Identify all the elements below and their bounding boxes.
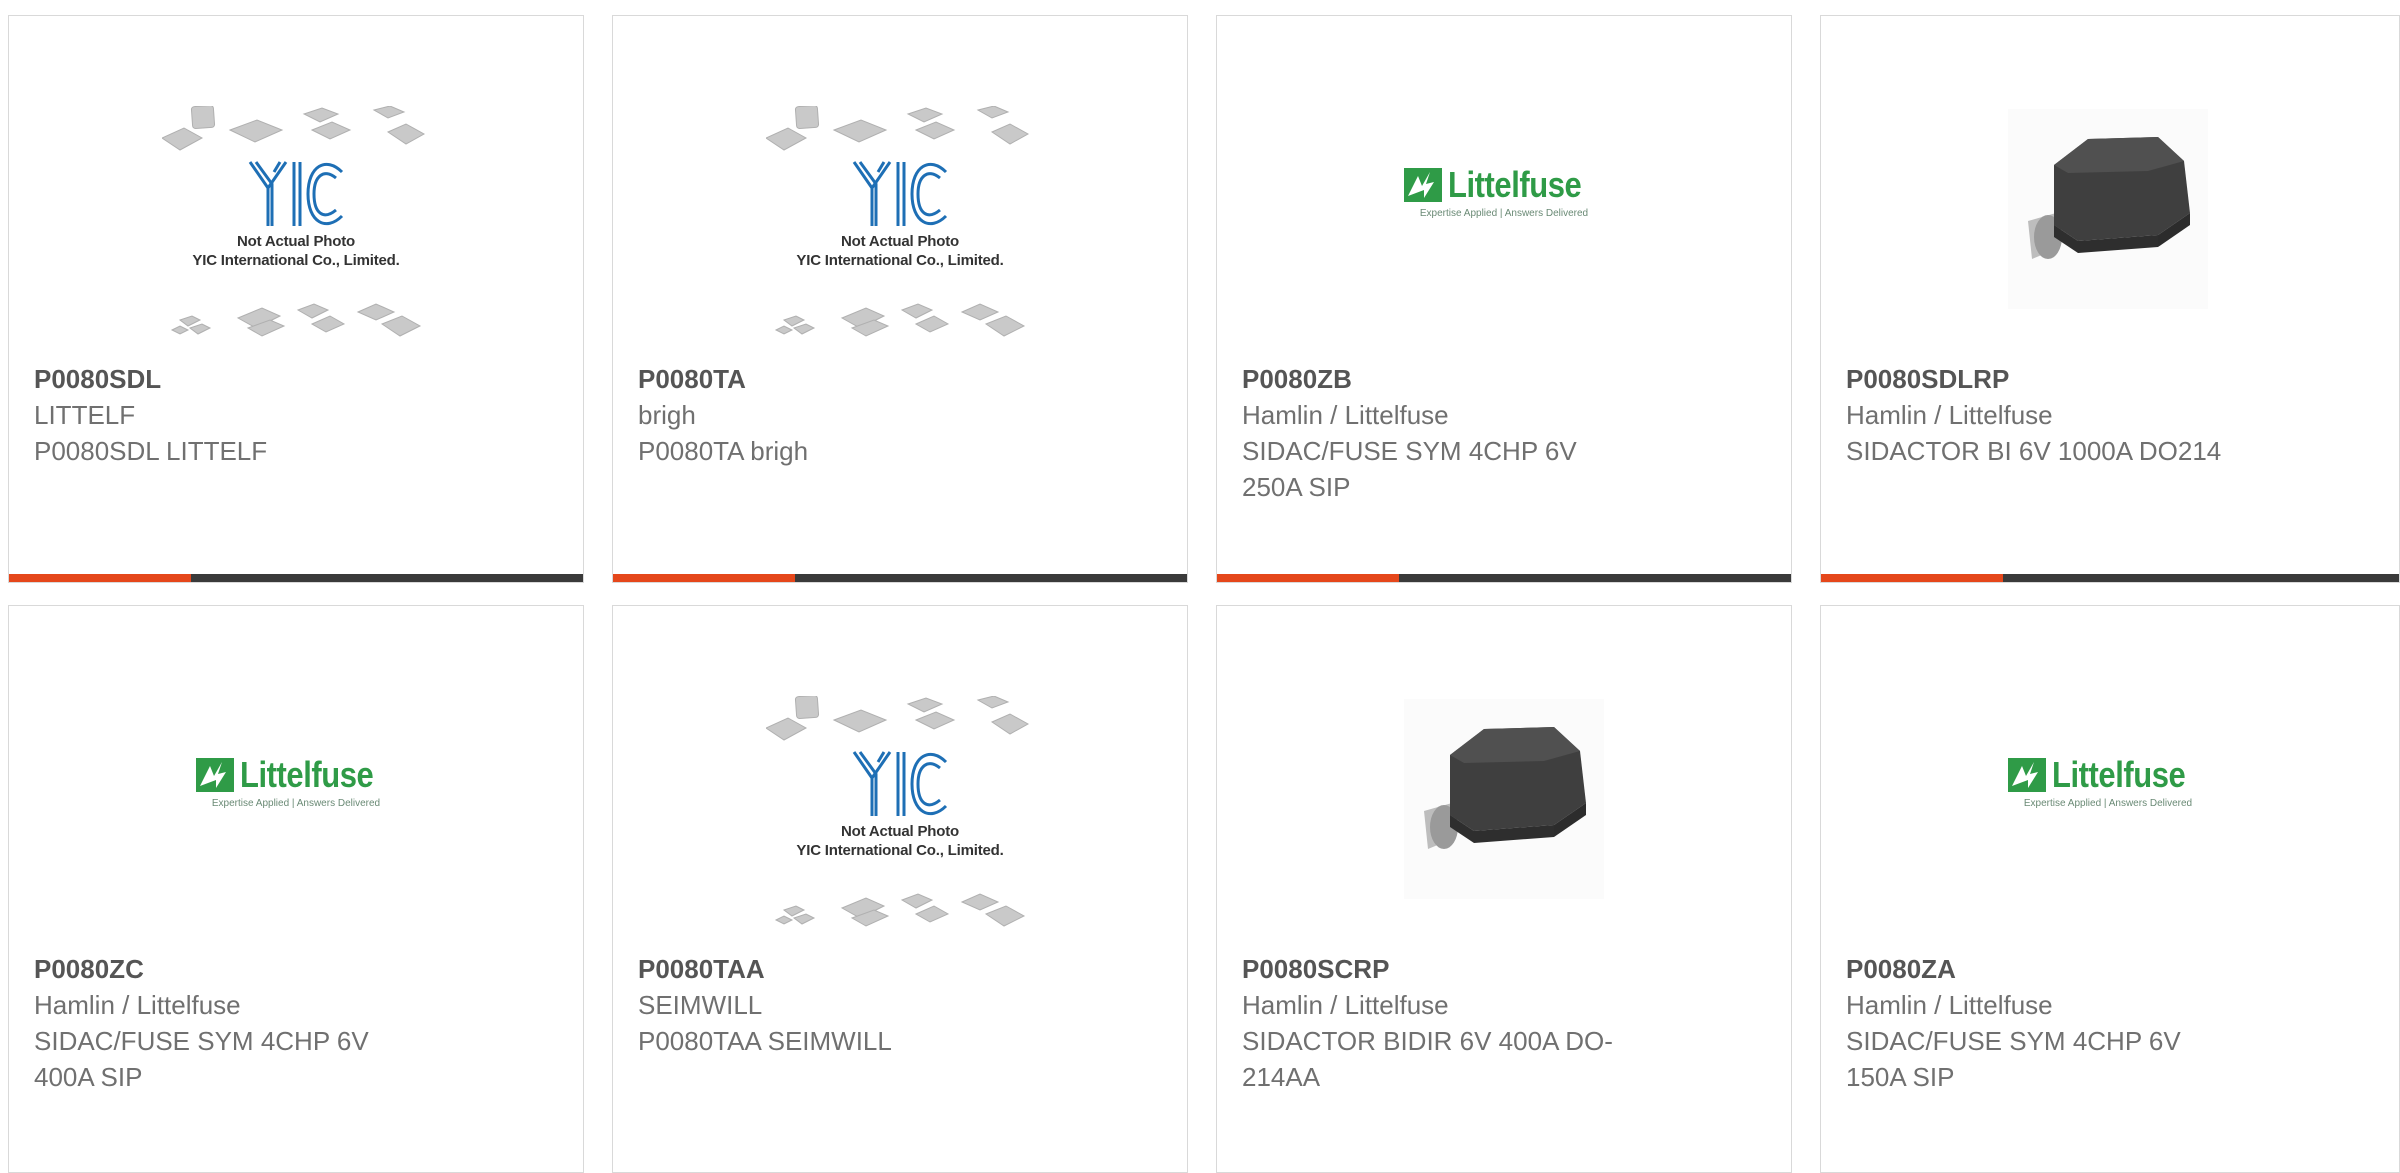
littelfuse-logo-text: Littelfuse [2052,753,2186,795]
part-number[interactable]: P0080ZA [1846,951,2266,987]
product-card[interactable]: Littelfuse Expertise Applied | Answers D… [8,605,584,1173]
part-number[interactable]: P0080SDL [34,361,454,397]
part-number[interactable]: P0080TAA [638,951,1058,987]
part-number[interactable]: P0080TA [638,361,1058,397]
placeholder-caption-line2: YIC International Co., Limited. [192,252,400,269]
placeholder-caption-line1: Not Actual Photo [237,233,355,250]
description-line1: SIDACTOR BI 6V 1000A DO214 [1846,436,2222,466]
description-line1: SIDACTOR BIDIR 6V 400A DO- [1242,1026,1613,1056]
manufacturer: Hamlin / Littelfuse [1846,400,2053,430]
product-card[interactable]: P0080SDLRP Hamlin / Littelfuse SIDACTOR … [1820,15,2400,583]
description-line1: SIDAC/FUSE SYM 4CHP 6V [1846,1026,2181,1056]
manufacturer: Hamlin / Littelfuse [1242,400,1449,430]
product-info: P0080SCRP Hamlin / Littelfuse SIDACTOR B… [1242,951,1662,1095]
littelfuse-tagline: Expertise Applied | Answers Delivered [1419,207,1589,219]
littelfuse-mark-icon [196,757,235,792]
product-thumbnail[interactable]: Littelfuse Expertise Applied | Answers D… [1821,676,2395,956]
placeholder-caption-line1: Not Actual Photo [841,233,959,250]
product-card[interactable]: Not Actual Photo YIC International Co., … [612,605,1188,1173]
product-info: P0080ZB Hamlin / Littelfuse SIDAC/FUSE S… [1242,361,1662,505]
card-accent-bar [1821,574,2003,582]
littelfuse-logo: Littelfuse Expertise Applied | Answers D… [2008,754,2207,809]
product-thumbnail[interactable]: Littelfuse Expertise Applied | Answers D… [9,676,583,956]
littelfuse-mark-icon [1404,167,1443,202]
product-info: P0080ZC Hamlin / Littelfuse SIDAC/FUSE S… [34,951,454,1095]
littelfuse-logo-text: Littelfuse [1448,163,1582,205]
placeholder-caption-line2: YIC International Co., Limited. [796,842,1004,859]
product-info: P0080SDLRP Hamlin / Littelfuse SIDACTOR … [1846,361,2266,469]
product-thumbnail[interactable] [1821,86,2395,366]
manufacturer: LITTELF [34,400,136,430]
placeholder-caption-line2: YIC International Co., Limited. [796,252,1004,269]
description-line1: SIDAC/FUSE SYM 4CHP 6V [1242,436,1577,466]
description-line2: 214AA [1242,1062,1321,1092]
part-number[interactable]: P0080SDLRP [1846,361,2266,397]
product-thumbnail[interactable] [1217,676,1791,956]
littelfuse-logo: Littelfuse Expertise Applied | Answers D… [1404,164,1603,219]
do214-package-icon [2008,108,2208,309]
part-number[interactable]: P0080SCRP [1242,951,1662,987]
manufacturer: SEIMWILL [638,990,763,1020]
smd-package-image [1404,698,1604,904]
smd-package-image [2008,108,2208,314]
product-thumbnail[interactable]: Not Actual Photo YIC International Co., … [9,86,583,366]
description-line1: P0080TA brigh [638,436,809,466]
product-grid: Not Actual Photo YIC International Co., … [0,0,2400,1173]
product-info: P0080ZA Hamlin / Littelfuse SIDAC/FUSE S… [1846,951,2266,1095]
product-placeholder-image: Not Actual Photo YIC International Co., … [162,106,430,346]
yic-logo-icon [248,161,344,226]
card-bottom-bar [1217,574,1791,582]
card-accent-bar [1217,574,1399,582]
placeholder-caption-line1: Not Actual Photo [841,823,959,840]
manufacturer: brigh [638,400,696,430]
product-placeholder-image: Not Actual Photo YIC International Co., … [766,696,1034,936]
littelfuse-logo-text: Littelfuse [240,753,374,795]
product-thumbnail[interactable]: Not Actual Photo YIC International Co., … [613,86,1187,366]
product-card[interactable]: Littelfuse Expertise Applied | Answers D… [1216,15,1792,583]
product-card[interactable]: P0080SCRP Hamlin / Littelfuse SIDACTOR B… [1216,605,1792,1173]
card-accent-bar [613,574,795,582]
part-number[interactable]: P0080ZC [34,951,454,987]
description-line2: 150A SIP [1846,1062,1955,1092]
description-line1: P0080TAA SEIMWILL [638,1026,892,1056]
littelfuse-mark-icon [2008,757,2047,792]
yic-logo-icon [852,161,948,226]
part-number[interactable]: P0080ZB [1242,361,1662,397]
manufacturer: Hamlin / Littelfuse [1846,990,2053,1020]
product-info: P0080TA brigh P0080TA brigh [638,361,1058,469]
product-info: P0080SDL LITTELF P0080SDL LITTELF [34,361,454,469]
description-line2: 400A SIP [34,1062,143,1092]
manufacturer: Hamlin / Littelfuse [1242,990,1449,1020]
card-accent-bar [9,574,191,582]
product-card[interactable]: Littelfuse Expertise Applied | Answers D… [1820,605,2400,1173]
littelfuse-tagline: Expertise Applied | Answers Delivered [2023,797,2193,809]
description-line1: P0080SDL LITTELF [34,436,268,466]
card-bottom-bar [9,574,583,582]
product-placeholder-image: Not Actual Photo YIC International Co., … [766,106,1034,346]
product-card[interactable]: Not Actual Photo YIC International Co., … [8,15,584,583]
description-line1: SIDAC/FUSE SYM 4CHP 6V [34,1026,369,1056]
product-info: P0080TAA SEIMWILL P0080TAA SEIMWILL [638,951,1058,1059]
do214-package-icon [1404,698,1604,899]
littelfuse-tagline: Expertise Applied | Answers Delivered [211,797,381,809]
product-thumbnail[interactable]: Littelfuse Expertise Applied | Answers D… [1217,86,1791,366]
yic-logo-icon [852,751,948,816]
manufacturer: Hamlin / Littelfuse [34,990,241,1020]
littelfuse-logo: Littelfuse Expertise Applied | Answers D… [196,754,395,809]
card-bottom-bar [1821,574,2399,582]
product-card[interactable]: Not Actual Photo YIC International Co., … [612,15,1188,583]
product-thumbnail[interactable]: Not Actual Photo YIC International Co., … [613,676,1187,956]
card-bottom-bar [613,574,1187,582]
description-line2: 250A SIP [1242,472,1351,502]
